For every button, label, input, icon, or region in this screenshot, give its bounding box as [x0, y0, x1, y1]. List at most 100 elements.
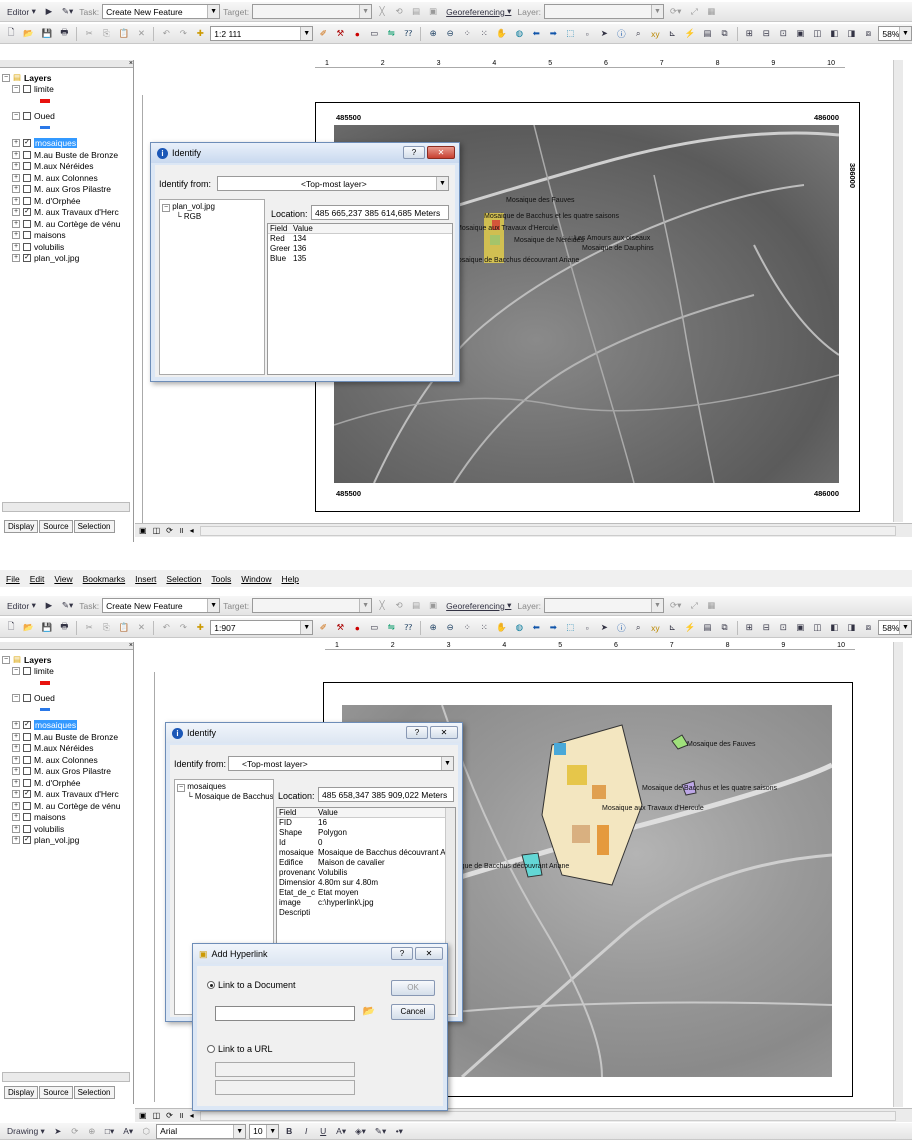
- rotate-icon[interactable]: ⟳: [68, 1123, 82, 1139]
- forward-extent-icon[interactable]: ➡: [546, 620, 560, 636]
- add-data-icon[interactable]: ✚: [193, 620, 207, 636]
- italic-button[interactable]: I: [299, 1123, 313, 1139]
- oued-symbol[interactable]: [2, 122, 133, 134]
- layout-zoom-in-icon[interactable]: ⊞: [742, 620, 756, 636]
- clear-selection-icon[interactable]: ▫: [580, 26, 594, 42]
- marker-color-icon[interactable]: •▾: [392, 1123, 406, 1139]
- toc-layer[interactable]: + ✓ plan_vol.jpg: [2, 253, 133, 265]
- toc-root[interactable]: − ▤ Layers: [2, 72, 133, 84]
- sketch-tool-icon[interactable]: ✎▾: [59, 4, 76, 20]
- whats-this-icon[interactable]: ⁇: [401, 26, 415, 42]
- zoom-100-icon[interactable]: ◫: [810, 26, 824, 42]
- split-tool-icon[interactable]: ╳: [375, 4, 389, 20]
- toc-layer[interactable]: + ✓ M. aux Travaux d'Herc: [2, 207, 133, 219]
- task-combo[interactable]: Create New Feature ▼: [102, 4, 221, 19]
- help-button[interactable]: ?: [391, 947, 413, 960]
- back-extent-icon[interactable]: ⬅: [529, 26, 543, 42]
- toc-layer[interactable]: + maisons: [2, 812, 133, 824]
- hscrollbar[interactable]: [199, 1110, 896, 1121]
- close-button[interactable]: ✕: [427, 146, 455, 159]
- target-combo[interactable]: ▼: [252, 598, 373, 613]
- identify-icon[interactable]: ⓘ: [614, 620, 628, 636]
- new-icon[interactable]: 🗋: [4, 26, 18, 42]
- open-icon[interactable]: 📂: [21, 620, 36, 636]
- scroll-left-icon[interactable]: ◂: [190, 1111, 194, 1120]
- cut-icon[interactable]: ✂: [82, 26, 96, 42]
- open-icon[interactable]: 📂: [21, 26, 36, 42]
- toc-layer[interactable]: + M. aux Gros Pilastre: [2, 766, 133, 778]
- tab-source[interactable]: Source: [39, 1086, 73, 1099]
- toc-hscrollbar[interactable]: [2, 502, 130, 512]
- pan-icon[interactable]: ✋: [494, 620, 509, 636]
- document-radio[interactable]: [207, 981, 215, 989]
- zoom-whole-page-icon[interactable]: ▣: [793, 620, 807, 636]
- fixed-zoom-in-icon[interactable]: ⁘: [460, 620, 474, 636]
- toc-layer-limite[interactable]: − limite: [2, 84, 133, 96]
- table-row[interactable]: Etat_de_coEtat moyen: [277, 888, 455, 898]
- tree-child[interactable]: └ Mosaique de Bacchus c: [177, 792, 273, 801]
- table-row[interactable]: mosaique Mosaique de Bacchus découvrant A…: [277, 848, 455, 858]
- rotate-georef-icon[interactable]: ⟳▾: [667, 598, 684, 614]
- editor-toolbar-icon[interactable]: ✐: [316, 620, 330, 636]
- zoom-in-icon[interactable]: ⊕: [426, 26, 440, 42]
- copy-icon[interactable]: ⎘: [99, 26, 113, 42]
- redo-icon[interactable]: ↷: [176, 620, 190, 636]
- table-row[interactable]: provenanceVolubilis: [277, 868, 455, 878]
- time-slider-icon[interactable]: ⧉: [718, 620, 732, 636]
- scroll-left-icon[interactable]: ◂: [190, 526, 194, 535]
- rectangle-icon[interactable]: □▾: [102, 1123, 117, 1139]
- layout-zoom-combo[interactable]: 58% ▼: [878, 620, 912, 635]
- identify-from-combo[interactable]: <Top-most layer> ▼: [228, 756, 454, 771]
- link-table-icon[interactable]: ▦: [704, 598, 718, 614]
- layout-zoom-out-icon[interactable]: ⊟: [759, 26, 773, 42]
- pan-icon[interactable]: ✋: [494, 26, 509, 42]
- tab-source[interactable]: Source: [39, 520, 73, 533]
- font-combo[interactable]: Arial ▼: [156, 1123, 247, 1139]
- url-radio[interactable]: [207, 1045, 215, 1053]
- delete-icon[interactable]: ✕: [134, 26, 148, 42]
- fixed-zoom-out-icon[interactable]: ⁙: [477, 620, 491, 636]
- rotate-tool-icon[interactable]: ⟲: [392, 4, 406, 20]
- toc-layer[interactable]: + M. au Cortège de vénu: [2, 218, 133, 230]
- attributes-icon[interactable]: ▤: [409, 4, 423, 20]
- layout-view-icon[interactable]: ▣: [139, 526, 147, 535]
- menu-file[interactable]: File: [6, 574, 20, 584]
- location-field[interactable]: 485 658,347 385 909,022 Meters: [318, 787, 454, 802]
- toc-layer-oued[interactable]: − Oued: [2, 111, 133, 123]
- go-to-xy-icon[interactable]: xy: [648, 620, 662, 636]
- map-vscrollbar[interactable]: [893, 60, 903, 522]
- zoom-out-icon[interactable]: ⊖: [443, 620, 457, 636]
- editor-toolbar-icon[interactable]: ✐: [316, 26, 330, 42]
- table-row[interactable]: Shape Polygon: [277, 828, 455, 838]
- identify-icon[interactable]: ⓘ: [614, 26, 628, 42]
- toc-hscrollbar[interactable]: [2, 1072, 130, 1082]
- fill-color-icon[interactable]: ◈▾: [352, 1123, 369, 1139]
- menu-edit[interactable]: Edit: [30, 574, 45, 584]
- url-input-2[interactable]: [215, 1080, 355, 1095]
- toc-layer-limite[interactable]: − limite: [2, 666, 133, 678]
- arctoolbox-icon[interactable]: ⚒: [333, 620, 347, 636]
- split-tool-icon[interactable]: ╳: [375, 598, 389, 614]
- edit-vertices-icon[interactable]: ⬡: [139, 1123, 153, 1139]
- location-field[interactable]: 485 665,237 385 614,685 Meters: [311, 205, 449, 220]
- map-vscrollbar[interactable]: [893, 642, 903, 1107]
- edit-tool-icon[interactable]: ▶: [42, 598, 56, 614]
- toc-layer[interactable]: + volubilis: [2, 823, 133, 835]
- col-field-header[interactable]: Field: [268, 224, 290, 233]
- underline-button[interactable]: U: [316, 1123, 330, 1139]
- select-elements-icon[interactable]: ➤: [51, 1123, 65, 1139]
- control-points-icon[interactable]: ⤢: [687, 598, 701, 614]
- tab-display[interactable]: Display: [4, 520, 39, 533]
- pause-icon[interactable]: ॥: [179, 1110, 184, 1121]
- toc-layer-oued[interactable]: − Oued: [2, 693, 133, 705]
- font-color-icon[interactable]: A▾: [333, 1123, 349, 1139]
- search-window-icon[interactable]: ▭: [367, 620, 381, 636]
- font-size-combo[interactable]: 10 ▼: [249, 1123, 280, 1139]
- url-input[interactable]: [215, 1062, 355, 1077]
- find-icon[interactable]: ⌕: [631, 620, 645, 636]
- bold-button[interactable]: B: [282, 1123, 296, 1139]
- toc-layer[interactable]: + M.aux Néréides: [2, 161, 133, 173]
- zoom-selected-icon[interactable]: ⊕: [85, 1123, 99, 1139]
- layout-back-icon[interactable]: ◧: [827, 26, 841, 42]
- limite-symbol[interactable]: [2, 95, 133, 107]
